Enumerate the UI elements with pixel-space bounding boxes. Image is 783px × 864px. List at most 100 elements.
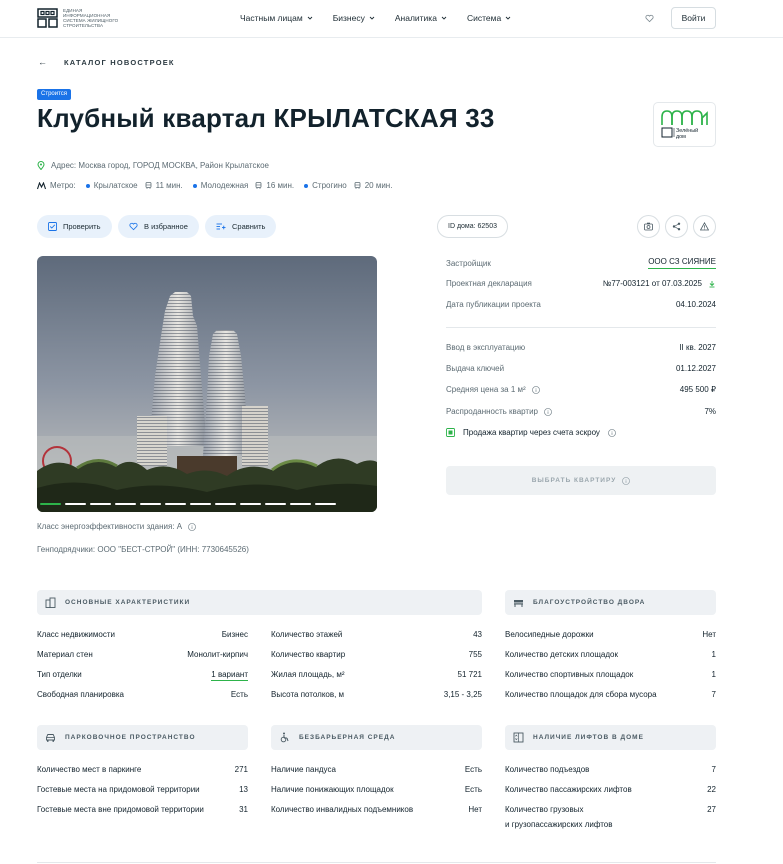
gallery-dot[interactable] [40,503,61,505]
gallery-dot[interactable] [140,503,161,505]
row-value: 7 [711,690,716,699]
building-photo[interactable] [37,256,377,512]
logo[interactable]: ЕДИНАЯ ИНФОРМАЦИОННАЯ СИСТЕМА ЖИЛИЩНОГО … [37,8,121,28]
camera-button[interactable] [637,215,660,238]
favorite-button[interactable]: В избранное [118,215,199,238]
section-parking-header: ПАРКОВОЧНОЕ ПРОСТРАНСТВО [37,725,248,750]
gallery-dot[interactable] [190,503,211,505]
row-value: Нет [702,630,716,639]
section-barrier-header: БЕЗБАРЬЕРНАЯ СРЕДА [271,725,482,750]
row-key: Количество квартир [271,650,346,659]
check-button[interactable]: Проверить [37,215,112,238]
compare-icon [216,223,226,230]
row-key: Количество пассажирских лифтов [505,785,632,794]
table-row: Высота потолков, м 3,15 - 3,25 [271,690,482,699]
price-key-text: Средняя цена за 1 м² [446,385,526,394]
share-button[interactable] [665,215,688,238]
section-lifts-header: НАЛИЧИЕ ЛИФТОВ В ДОМЕ [505,725,716,750]
gallery-dot[interactable] [90,503,111,505]
finish-type-link[interactable]: 1 вариант [211,670,248,681]
developer-link[interactable]: ООО СЗ СИЯНИЕ [648,257,716,269]
section-yard-header: БЛАГОУСТРОЙСТВО ДВОРА [505,590,716,615]
logo-text: ЕДИНАЯ ИНФОРМАЦИОННАЯ СИСТЕМА ЖИЛИЩНОГО … [63,8,119,28]
published-key: Дата публикации проекта [446,300,541,309]
row-key: Количество детских площадок [505,650,618,659]
row-value: Есть [464,765,482,774]
metro-label: Метро: [50,181,76,190]
gallery-dot[interactable] [115,503,136,505]
bus-icon [255,182,262,189]
building-icon [45,597,56,608]
gallery-dot[interactable] [215,503,236,505]
compare-label: Сравнить [232,222,266,231]
info-icon[interactable] [608,428,616,437]
gallery-dot[interactable] [165,503,186,505]
metro-time: 11 мин. [155,181,183,190]
nav-system[interactable]: Система [467,13,511,23]
gallery-dot[interactable] [265,503,286,505]
row-value: Монолит-кирпич [187,650,248,659]
table-row: Материал стен Монолит-кирпич [37,650,248,659]
table-row: Велосипедные дорожки Нет [505,630,716,639]
nav-business[interactable]: Бизнесу [333,13,375,23]
row-value: 43 [473,630,482,639]
declaration-link[interactable]: №77-003121 от 07.03.2025 [603,279,702,288]
green-house-badge: Зелёный дом [653,102,716,147]
row-key: Материал стен [37,650,93,659]
price-row: Средняя цена за 1 м² 495 500 ₽ [446,385,716,394]
row-value: Нет [468,805,482,814]
metro-time: 16 мин. [266,181,295,190]
declaration-value[interactable]: №77-003121 от 07.03.2025 [603,279,716,288]
favorites-heart-icon[interactable] [645,14,654,23]
gallery-dot[interactable] [240,503,261,505]
login-button[interactable]: Войти [671,7,716,29]
back-arrow-icon[interactable]: ← [38,57,47,67]
gallery-dot[interactable] [65,503,86,505]
row-value: 22 [707,785,716,794]
gallery-dot[interactable] [315,503,336,505]
table-row: Количество грузовых и грузопассажирских … [505,805,716,829]
sold-row: Распроданность квартир 7% [446,407,716,416]
info-icon[interactable] [188,522,197,531]
row-value: 755 [468,650,482,659]
chevron-down-icon [369,16,375,20]
report-button[interactable] [693,215,716,238]
published-value: 04.10.2024 [675,300,716,309]
developer-row: Застройщик ООО СЗ СИЯНИЕ [446,257,716,269]
price-key: Средняя цена за 1 м² [446,385,540,394]
nav-analytics[interactable]: Аналитика [395,13,447,23]
commission-value: II кв. 2027 [679,343,716,352]
info-icon[interactable] [531,385,540,394]
table-row: Количество детских площадок 1 [505,650,716,659]
compare-button[interactable]: Сравнить [205,215,277,238]
nav-private[interactable]: Частным лицам [240,13,313,23]
download-icon[interactable] [708,280,716,288]
page-title: Клубный квартал КРЫЛАТСКАЯ 33 [37,103,495,133]
status-badge: Строится [37,89,72,100]
table-row: Тип отделки 1 вариант [37,670,248,681]
declaration-row: Проектная декларация №77-003121 от 07.03… [446,279,716,288]
row-key: Класс недвижимости [37,630,115,639]
row-value: 1 [711,650,716,659]
row-key: Жилая площадь, м² [271,670,345,679]
green-badge-line1: Зелёный [676,127,698,134]
row-key: Гостевые места на придомовой территории [37,785,200,794]
check-label: Проверить [63,222,101,231]
section-title: НАЛИЧИЕ ЛИФТОВ В ДОМЕ [533,734,644,741]
choose-apartment-button[interactable]: ВЫБРАТЬ КВАРТИРУ [446,466,716,495]
gallery-dots [40,503,336,505]
contractor-text: Генподрядчики: ООО "БЕСТ-СТРОЙ" (ИНН: 77… [37,545,249,554]
house-id-pill[interactable]: ID дома: 62503 [437,215,508,238]
info-icon[interactable] [544,407,552,416]
gallery-dot[interactable] [290,503,311,505]
developer-key: Застройщик [446,258,491,268]
keys-row: Выдача ключей 01.12.2027 [446,364,716,373]
row-key: Количество грузовых и грузопассажирских … [505,805,613,829]
breadcrumb-catalog[interactable]: КАТАЛОГ НОВОСТРОЕК [64,58,175,67]
row-value: 7 [711,765,716,774]
choose-label: ВЫБРАТЬ КВАРТИРУ [531,477,617,484]
elevator-icon [513,732,524,743]
row-value: Есть [464,785,482,794]
wheelchair-icon [280,732,289,743]
table-row: Количество пассажирских лифтов 22 [505,785,716,794]
